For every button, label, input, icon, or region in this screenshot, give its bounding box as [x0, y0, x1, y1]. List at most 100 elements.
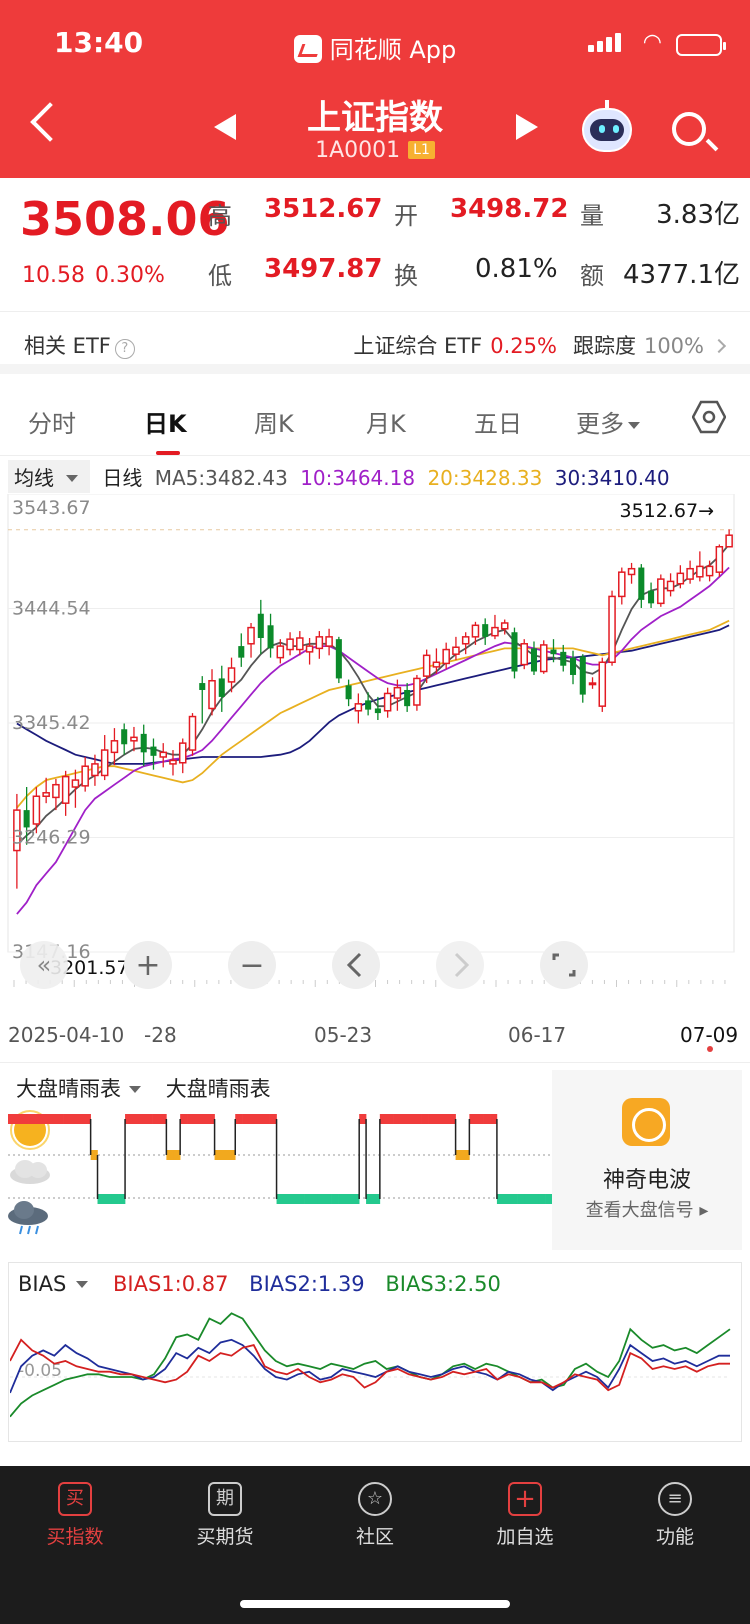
tab-community[interactable]: ☆ 社区	[310, 1482, 440, 1549]
candle-body-up	[227, 667, 236, 683]
zoom-in-button[interactable]: +	[124, 941, 172, 989]
weather-segment-sunny	[469, 1114, 477, 1124]
change-percent: 0.30%	[94, 263, 165, 288]
candle-body-down	[121, 729, 128, 745]
weather-segment-sunny	[131, 1114, 140, 1124]
weather-segment-sunny	[386, 1114, 394, 1124]
pan-left-button[interactable]	[332, 941, 380, 989]
weather-segment-sunny	[249, 1114, 257, 1124]
weather-segment-stormy	[496, 1194, 505, 1204]
weather-segment-stormy	[297, 1194, 305, 1204]
tab-weekly-k[interactable]: 周K	[254, 404, 294, 439]
weather-segment-stormy	[104, 1194, 112, 1204]
app-name-label: 同花顺 App	[329, 36, 457, 64]
candle-body-up	[81, 765, 89, 787]
weather-segment-sunny	[14, 1114, 23, 1124]
candle-body-up	[696, 565, 704, 578]
bias-header: BIAS BIAS1:0.87 BIAS2:1.39 BIAS3:2.50	[18, 1272, 501, 1296]
battery-icon	[676, 34, 726, 56]
tab-buy-index[interactable]: 买买指数	[10, 1482, 140, 1549]
tab-functions[interactable]: ≡ 功能	[610, 1482, 740, 1549]
candle-body-up	[725, 534, 733, 548]
weather-segment-stormy	[276, 1194, 284, 1204]
weather-segment-stormy	[345, 1194, 353, 1204]
search-icon[interactable]	[672, 112, 706, 146]
candle-body-up	[666, 580, 675, 592]
price-change: 10.58 0.30%	[22, 263, 175, 288]
tab-buy-futures[interactable]: 期买期货	[160, 1482, 290, 1549]
candle-body-down	[374, 708, 381, 714]
candle	[121, 723, 128, 755]
candle-body-up	[442, 648, 450, 665]
weather-segment-stormy	[338, 1194, 346, 1204]
candle	[627, 562, 636, 584]
candle-body-down	[257, 613, 264, 639]
candle	[81, 756, 89, 792]
weather-segment-stormy	[538, 1194, 546, 1204]
candle-body-up	[452, 646, 460, 655]
weather-segment-sunny	[159, 1114, 167, 1124]
app-name: 同花顺 App	[0, 30, 750, 65]
tab-five-day[interactable]: 五日	[474, 404, 522, 439]
weather-segment-sunny	[490, 1114, 498, 1124]
pan-right-button[interactable]	[436, 941, 484, 989]
weather-segment-sunny	[421, 1114, 429, 1124]
settings-icon[interactable]	[692, 400, 726, 434]
candlestick-chart[interactable]: 3543.673444.543345.423246.293147.16 3512…	[0, 494, 750, 1060]
bias-selector[interactable]: BIAS	[18, 1272, 106, 1296]
indicator-selector[interactable]: 均线	[8, 460, 90, 493]
candle-body-up	[686, 567, 694, 580]
collapse-left-button[interactable]: «	[20, 941, 68, 989]
candle	[638, 564, 645, 608]
caret-down-icon	[66, 475, 78, 482]
weather-segment-sunny	[63, 1114, 71, 1124]
fullscreen-button[interactable]	[540, 941, 588, 989]
volume-label: 量	[580, 202, 604, 230]
help-icon[interactable]: ?	[114, 339, 135, 359]
candle-body-down	[404, 689, 411, 707]
low-value: 3497.87	[264, 254, 383, 284]
bias3-value: BIAS3:2.50	[385, 1272, 501, 1296]
tab-daily-k[interactable]: 日K	[144, 404, 187, 455]
tab-monthly-k[interactable]: 月K	[366, 404, 406, 439]
turnover-label: 换	[394, 262, 418, 290]
bias-selector-label: BIAS	[18, 1272, 67, 1296]
etf-name: 上证综合 ETF	[353, 334, 483, 358]
zoom-out-button[interactable]: −	[228, 941, 276, 989]
robot-assistant-icon[interactable]	[582, 100, 632, 152]
weather-segment-sunny	[35, 1114, 43, 1124]
next-stock-icon[interactable]	[516, 114, 538, 140]
tab-add-watchlist[interactable]: + 加自选	[460, 1482, 590, 1549]
candle-body-up	[32, 795, 41, 825]
candle-body-up	[61, 775, 70, 804]
change-value: 10.58	[22, 263, 85, 288]
weather-segment-sunny	[193, 1114, 202, 1124]
weather-segment-sunny	[448, 1114, 456, 1124]
weather-segment-stormy	[524, 1194, 532, 1204]
candle	[511, 627, 518, 679]
tab-intraday[interactable]: 分时	[28, 404, 76, 439]
related-etf-row[interactable]: 相关 ETF? 上证综合 ETF 0.25% 跟踪度 100%	[0, 318, 750, 374]
bias1-value: BIAS1:0.87	[112, 1272, 229, 1296]
weather-selector[interactable]: 大盘晴雨表	[16, 1073, 141, 1103]
weather-segment-sunny	[138, 1114, 147, 1124]
weather-segment-sunny	[393, 1114, 401, 1124]
candle	[686, 560, 694, 584]
weather-segment-stormy	[118, 1194, 126, 1204]
candle	[648, 582, 655, 608]
x-tick-label: 2025-04-10	[8, 1023, 124, 1047]
candle-body-up	[705, 565, 714, 577]
weather-chart	[8, 1110, 552, 1235]
ma-kind: 日线	[102, 466, 143, 490]
buy-icon: 买	[58, 1482, 92, 1516]
tab-more[interactable]: 更多	[576, 404, 640, 439]
magic-wave-card[interactable]: 神奇电波 查看大盘信号 ▸	[552, 1070, 742, 1250]
candle-body-down	[23, 810, 30, 828]
candle-body-down	[365, 700, 372, 710]
weather-segment-stormy	[352, 1194, 360, 1204]
caret-down-icon	[628, 422, 640, 429]
candle-body-up	[208, 679, 216, 710]
stock-code-label: 1A0001	[315, 138, 401, 163]
y-tick-label: 3345.42	[12, 712, 91, 734]
candle-body-up	[627, 567, 636, 576]
